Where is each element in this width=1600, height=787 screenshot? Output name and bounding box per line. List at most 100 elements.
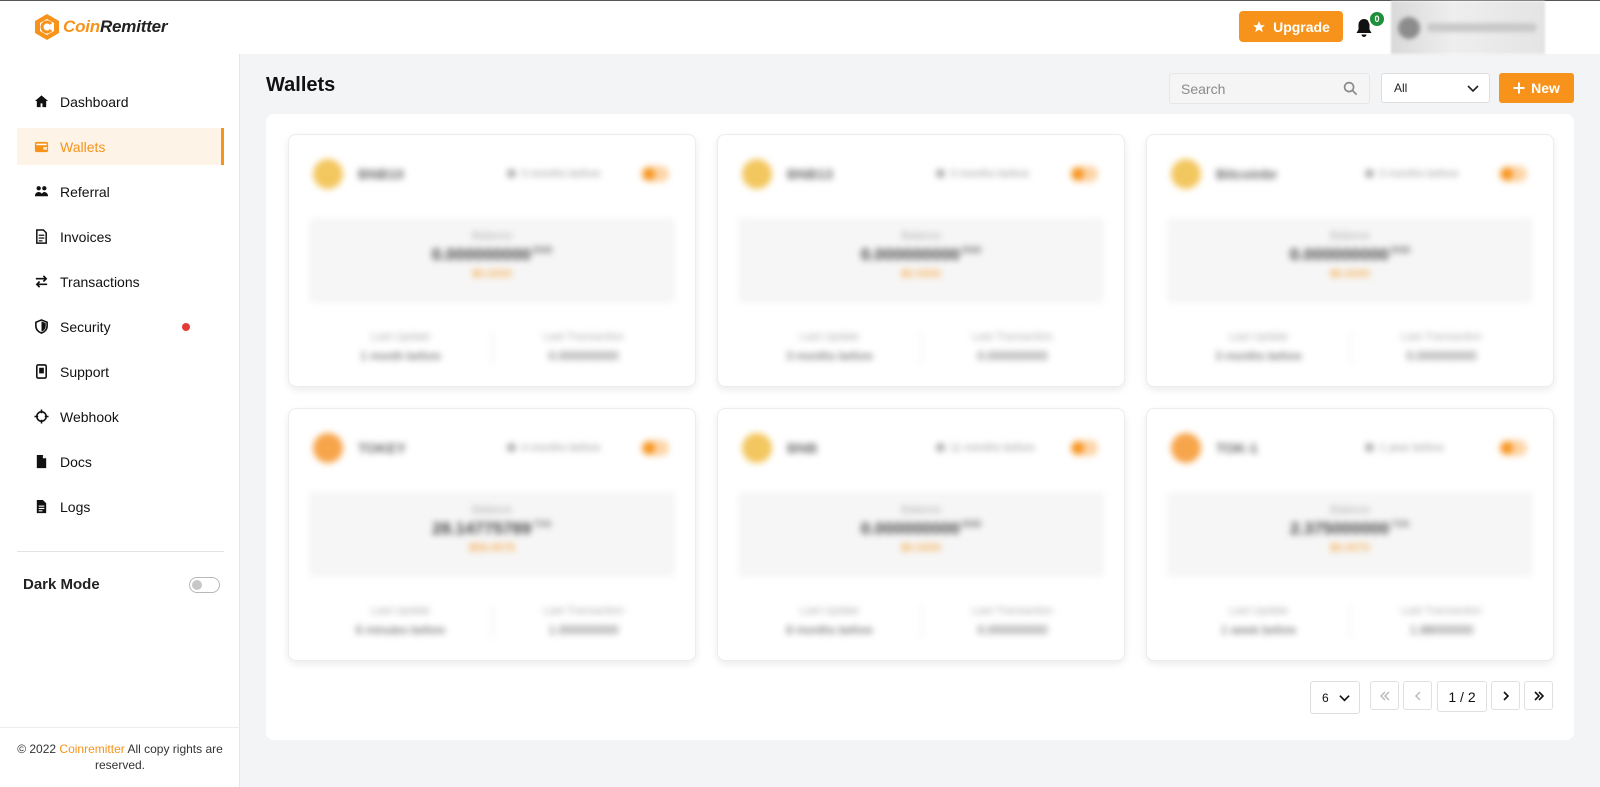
balance-label: Balance [1330,230,1370,242]
next-page-button[interactable] [1491,681,1520,710]
last-update-stat: Last Update 1 month before [309,331,492,363]
sidebar-item-label: Logs [60,498,91,515]
balance-box: Balance 0.000000000 BNB $0.0000 [1167,218,1533,303]
wallet-status-toggle[interactable] [1499,166,1527,182]
wallet-created-ago: 1 year before [1365,442,1444,454]
page-indicator: 1 / 2 [1437,681,1487,712]
coinremitter-logo-icon [35,14,59,40]
balance-value: 28.14775789 TOK [431,519,553,538]
balance-value: 0.000000000 BNB [431,245,553,264]
new-wallet-button[interactable]: New [1499,73,1574,103]
sidebar-item-referral[interactable]: Referral [17,173,224,210]
invoice-icon [33,229,49,245]
balance-value: 0.000000000 BNB [1289,245,1411,264]
balance-value: 0.000000000 BNB [860,519,982,538]
per-page-value: 6 [1322,690,1329,705]
plus-icon [1513,82,1525,94]
balance-unit: BNB [961,519,982,530]
balance-box: Balance 0.000000000 BNB $0.0000 [738,218,1104,303]
sidebar-item-label: Security [60,318,111,335]
sidebar-item-label: Transactions [60,273,140,290]
wallet-coin-name: BNB10 [358,166,404,182]
sidebar-item-docs[interactable]: Docs [17,443,224,480]
last-update-label: Last Update [799,605,860,617]
balance-box: Balance 0.000000000 BNB $0.0000 [309,218,675,303]
search-input[interactable] [1170,74,1330,103]
balance-value: 0.000000000 BNB [860,245,982,264]
balance-label: Balance [901,230,941,242]
last-transaction-value: 0.000000000 [1406,349,1477,363]
first-page-button[interactable] [1370,681,1399,710]
last-transaction-value: 0.000000000 [548,349,619,363]
wallet-card[interactable]: TOK-1 1 year before Balance 2.375000000 TOK $… [1146,408,1554,661]
last-transaction-label: Last Transaction [972,605,1053,617]
last-transaction-value: 1.98000000 [1409,623,1474,637]
page-title: Wallets [266,74,336,96]
divider [0,727,240,728]
per-page-select[interactable]: 6 [1310,681,1360,714]
sidebar-item-logs[interactable]: Logs [17,488,224,525]
sidebar-item-dashboard[interactable]: Dashboard [17,83,224,120]
wallet-filter-select[interactable]: All [1381,73,1490,103]
transfer-icon [33,274,49,290]
sidebar-item-label: Support [60,363,110,380]
last-transaction-label: Last Transaction [1401,331,1482,343]
last-update-stat: Last Update 8 months before [738,605,921,637]
double-chevron-left-icon [1379,690,1390,701]
dark-mode-toggle[interactable] [189,577,220,593]
wallet-card[interactable]: BNB 11 months before Balance 0.000000000 BNB… [717,408,1125,661]
last-transaction-stat: Last Transaction 0.000000000 [921,331,1104,363]
wallet-card[interactable]: BNB10 3 months before Balance 0.000000000 BN… [288,134,696,387]
last-page-button[interactable] [1524,681,1553,710]
user-name-blurred [1427,23,1537,32]
last-update-value: 6 minutes before [355,623,446,637]
prev-page-button[interactable] [1403,681,1432,710]
last-update-label: Last Update [1228,605,1289,617]
footer-brand-link[interactable]: Coinremitter [59,742,124,756]
chevron-down-icon [1467,85,1479,93]
notification-count-badge: 0 [1368,10,1386,28]
wallet-card-content: BNB13 3 months before Balance 0.000000000 BN… [718,135,1124,386]
sidebar-item-invoices[interactable]: Invoices [17,218,224,255]
wallet-status-toggle[interactable] [1499,440,1527,456]
new-label: New [1531,80,1560,96]
balance-label: Balance [472,230,512,242]
logo[interactable]: CoinRemitter [34,13,168,41]
last-transaction-stat: Last Transaction 0.000000000 [492,331,675,363]
sidebar-item-transactions[interactable]: Transactions [17,263,224,300]
coin-icon [742,159,772,189]
sidebar-item-webhook[interactable]: Webhook [17,398,224,435]
wallet-status-toggle[interactable] [641,166,669,182]
filter-selected-value: All [1394,81,1408,95]
wallet-card[interactable]: TOKEY 4 months before Balance 28.14775789 TO… [288,408,696,661]
wallet-created-ago: 3 months before [1365,168,1459,180]
double-chevron-right-icon [1533,690,1544,701]
wallet-created-ago: 3 months before [936,168,1030,180]
wallet-card[interactable]: BNB13 3 months before Balance 0.000000000 BN… [717,134,1125,387]
last-transaction-stat: Last Transaction 0.000000000 [921,605,1104,637]
last-update-value: 1 month before [360,349,441,363]
sidebar-item-support[interactable]: Support [17,353,224,390]
wallet-card-content: BNB 11 months before Balance 0.000000000 BNB… [718,409,1124,660]
wallet-card-content: TOKEY 4 months before Balance 28.14775789 TO… [289,409,695,660]
wallet-status-toggle[interactable] [1070,166,1098,182]
divider [17,551,224,552]
upgrade-label: Upgrade [1273,18,1330,35]
last-transaction-label: Last Transaction [1401,605,1482,617]
sidebar-item-wallets[interactable]: Wallets [17,128,224,165]
coin-icon [313,433,343,463]
sidebar-item-label: Docs [60,453,92,470]
wallet-status-toggle[interactable] [1070,440,1098,456]
wallet-status-toggle[interactable] [641,440,669,456]
search-icon[interactable] [1343,81,1358,96]
last-transaction-value: 1.000000000 [548,623,619,637]
balance-usd: $0.0000 [901,268,941,280]
last-transaction-value: 0.000000000 [977,349,1048,363]
last-update-stat: Last Update 3 months before [738,331,921,363]
upgrade-button[interactable]: Upgrade [1239,11,1343,42]
last-update-label: Last Update [370,605,431,617]
wallet-card[interactable]: Bitcoinbr 3 months before Balance 0.0000000… [1146,134,1554,387]
chevron-right-icon [1502,690,1509,701]
wallet-coin-name: Bitcoinbr [1216,166,1278,182]
sidebar-item-security[interactable]: Security [17,308,224,345]
